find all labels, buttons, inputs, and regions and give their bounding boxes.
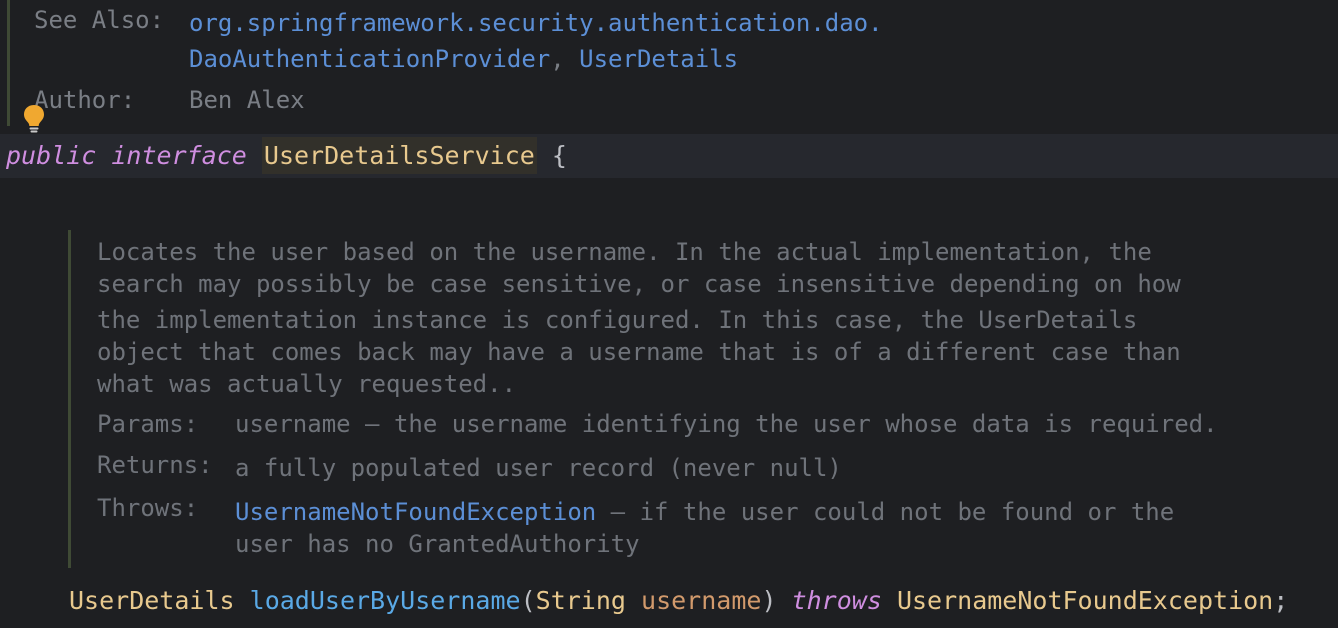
throws-text-1: – if the user could not be found or the — [596, 498, 1175, 526]
method-doc-line-1: Locates the user based on the username. … — [97, 238, 1152, 266]
method-signature: UserDetails loadUserByUsername(String us… — [69, 586, 1288, 615]
author-value: Ben Alex — [189, 86, 305, 114]
return-type[interactable]: UserDetails — [69, 586, 235, 615]
returns-label: Returns: — [97, 451, 213, 479]
params-value: username – the username identifying the … — [235, 410, 1218, 438]
returns-value: a fully populated user record (never nul… — [235, 454, 842, 482]
see-also-separator: , — [550, 45, 565, 73]
javadoc-gutter-bar — [7, 0, 10, 126]
throws-line-1: UsernameNotFoundException – if the user … — [235, 498, 1174, 526]
author-label: Author: — [34, 86, 136, 114]
params-label: Params: — [97, 410, 199, 438]
see-also-link-userdetails[interactable]: UserDetails — [579, 45, 738, 73]
method-doc-line-4: object that comes back may have a userna… — [97, 338, 1181, 366]
see-also-link-package[interactable]: org.springframework.security.authenticat… — [189, 9, 883, 37]
method-name[interactable]: loadUserByUsername — [250, 586, 521, 615]
close-paren: ) — [761, 586, 777, 615]
interface-name[interactable]: UserDetailsService — [261, 137, 537, 174]
exception-type[interactable]: UsernameNotFoundException — [897, 586, 1273, 615]
keyword-interface: interface — [111, 141, 247, 170]
open-paren: ( — [520, 586, 536, 615]
throws-line-2: user has no GrantedAuthority — [235, 530, 640, 558]
lightbulb-icon[interactable] — [22, 104, 46, 134]
interface-declaration: public interface UserDetailsService { — [6, 137, 567, 174]
method-doc-line-5: what was actually requested.. — [97, 370, 517, 398]
method-doc-line-2: search may possibly be case sensitive, o… — [97, 270, 1181, 298]
keyword-throws: throws — [791, 586, 882, 615]
see-also-line2: DaoAuthenticationProvider, UserDetails — [189, 45, 738, 73]
method-doc-line-3: the implementation instance is configure… — [97, 306, 1138, 334]
see-also-label: See Also: — [34, 6, 165, 34]
param-type[interactable]: String — [536, 586, 626, 615]
throws-exception-link[interactable]: UsernameNotFoundException — [235, 498, 596, 526]
semicolon: ; — [1273, 586, 1289, 615]
method-javadoc-gutter-bar — [68, 230, 71, 568]
see-also-link-dao-provider[interactable]: DaoAuthenticationProvider — [189, 45, 550, 73]
open-brace: { — [551, 141, 567, 170]
keyword-public: public — [6, 141, 97, 170]
throws-label: Throws: — [97, 494, 199, 522]
param-name: username — [641, 586, 762, 615]
